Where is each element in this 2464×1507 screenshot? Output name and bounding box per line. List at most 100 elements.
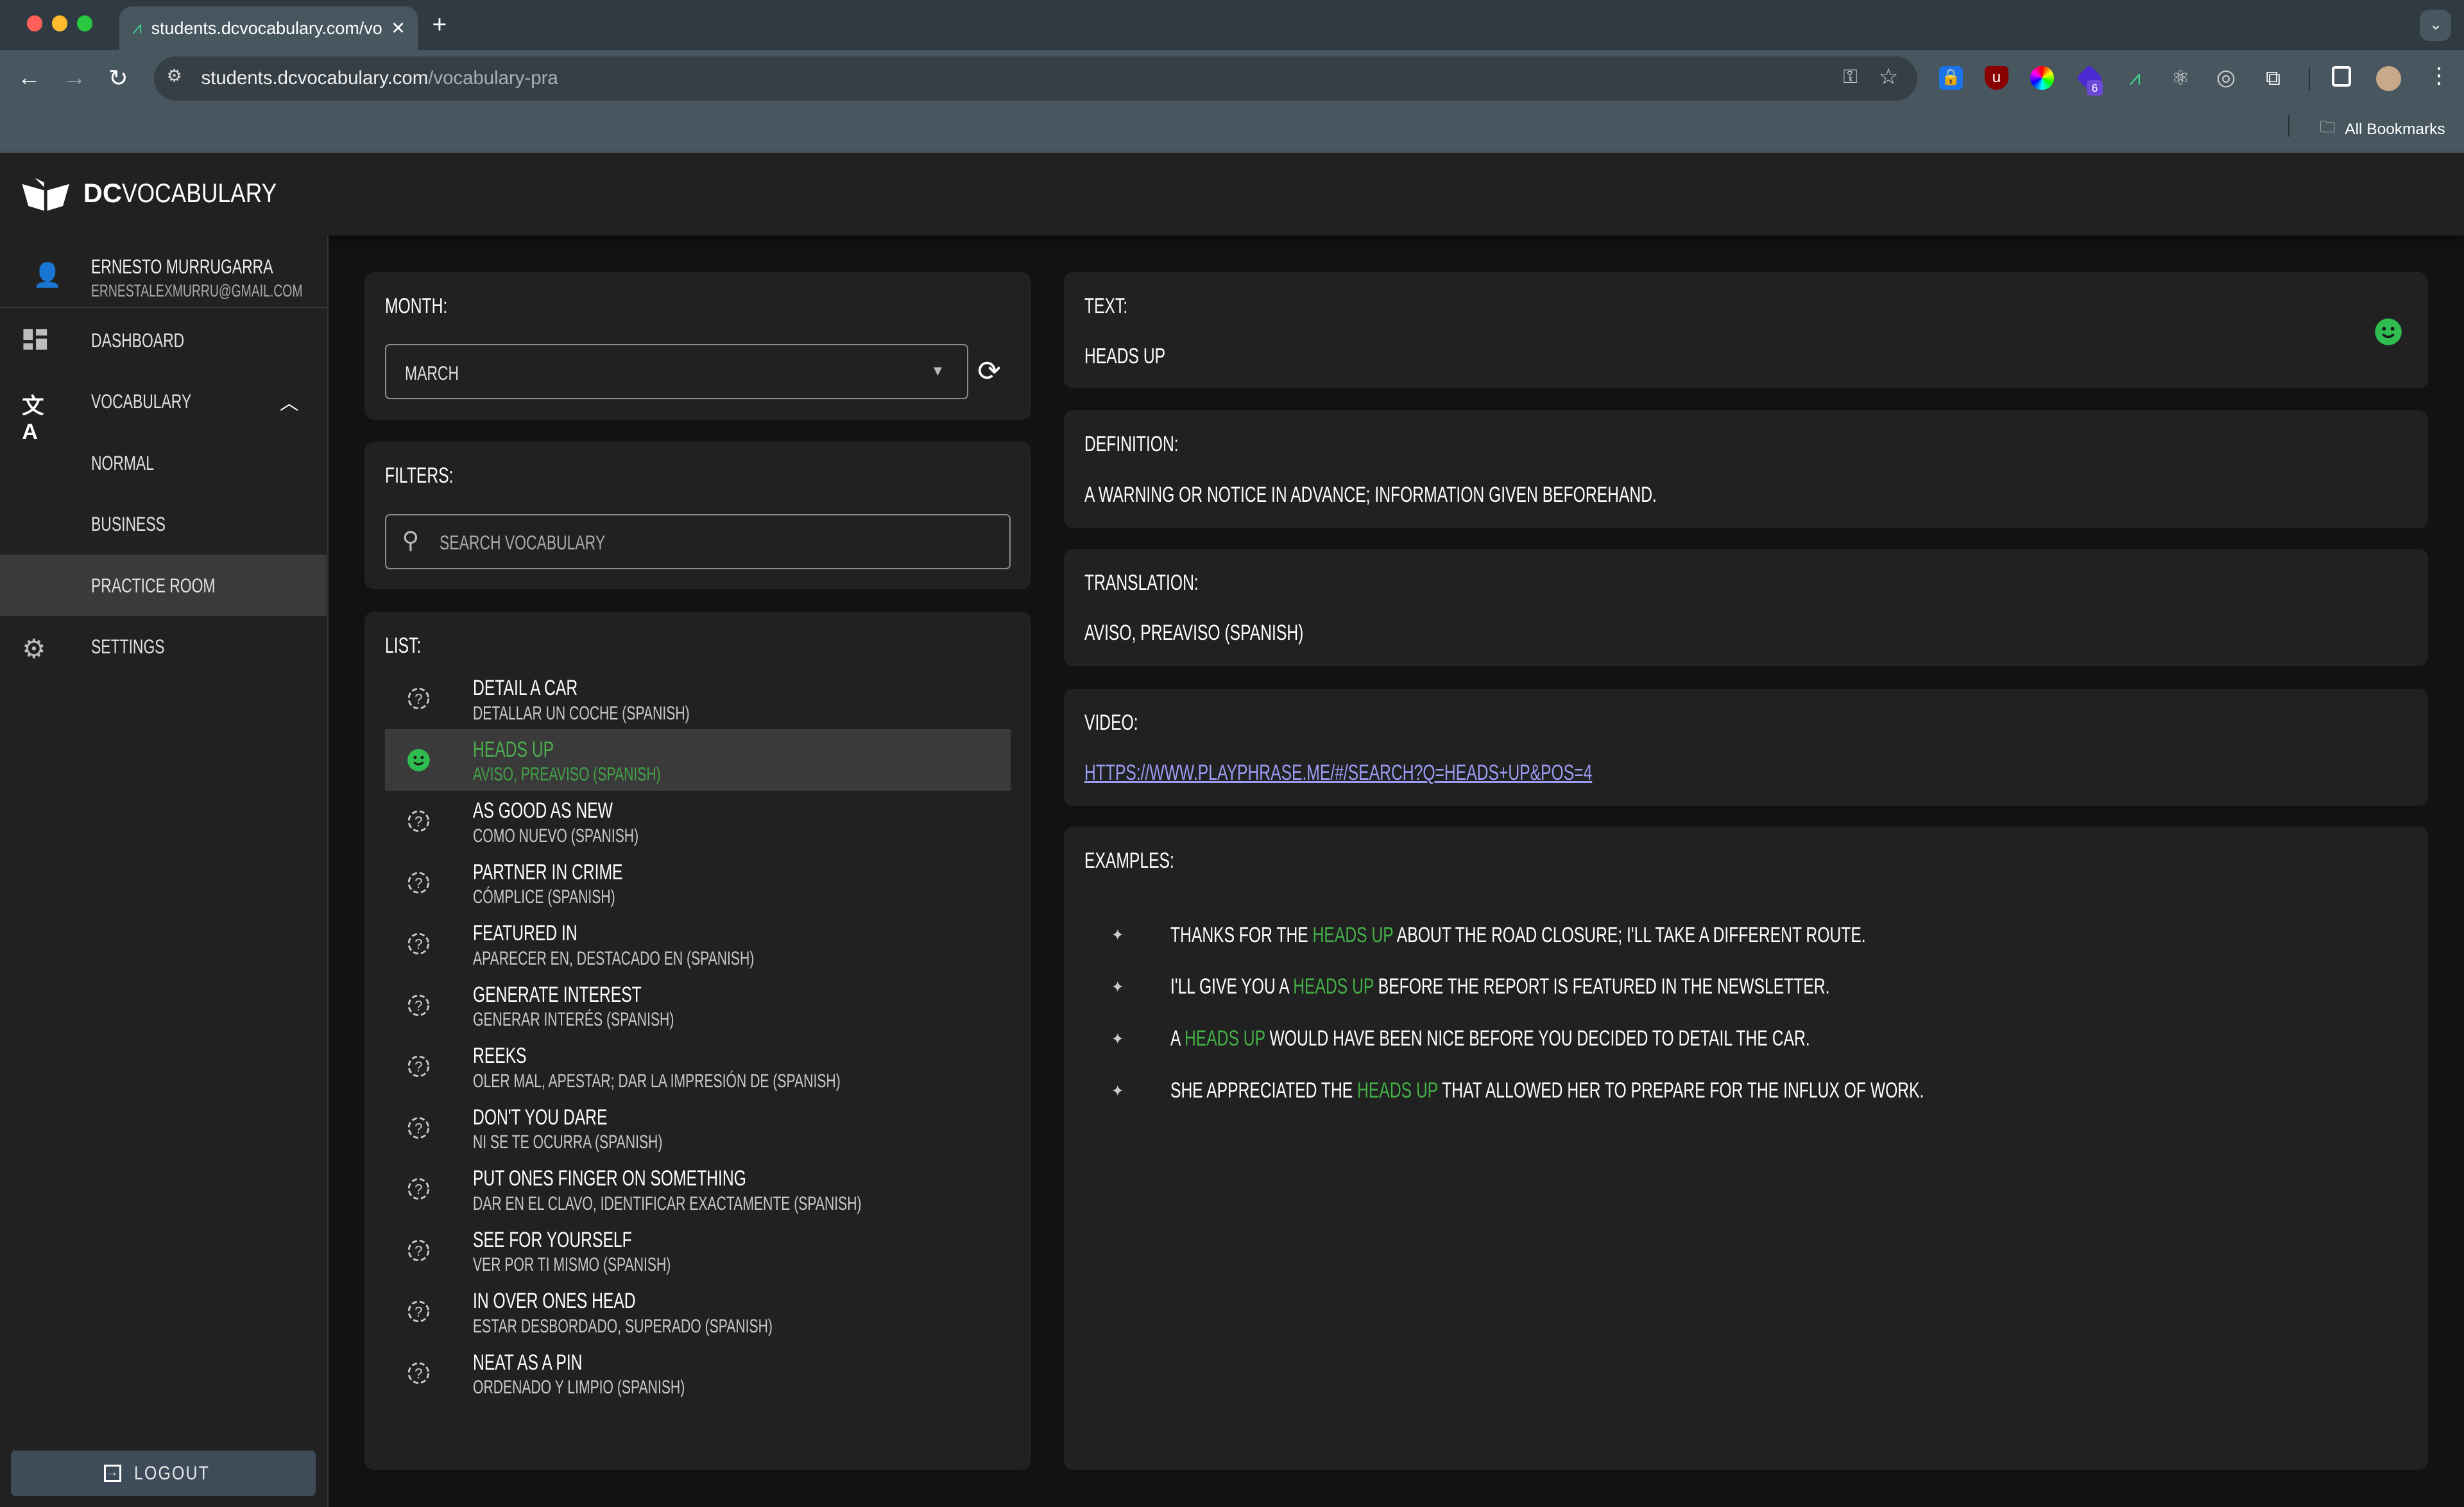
bookmark-star-icon[interactable]: ☆: [1879, 64, 1899, 90]
logout-label: LOGOUT: [133, 1462, 210, 1484]
sidebar-item-vocabulary[interactable]: 文A VOCABULARY ︿: [0, 371, 327, 443]
smiley-learned-icon[interactable]: [2374, 318, 2402, 346]
extensions-puzzle-icon[interactable]: ⧉: [2261, 66, 2285, 90]
list-item-translation: NI SE TE OCURRA (SPANISH): [473, 1132, 663, 1153]
refresh-icon[interactable]: ⟳: [977, 355, 1001, 388]
list-item-translation: AVISO, PREAVISO (SPANISH): [473, 764, 661, 786]
list-item-term: REEKS: [473, 1044, 527, 1069]
list-item-term: FEATURED IN: [473, 921, 578, 946]
list-item[interactable]: ? IN OVER ONES HEAD ESTAR DESBORDADO, SUPE…: [385, 1281, 1011, 1343]
all-bookmarks-button[interactable]: 🗀 All Bookmarks: [2320, 116, 2445, 142]
profile-avatar[interactable]: [2375, 65, 2402, 92]
minimize-window-button[interactable]: [51, 15, 68, 31]
filters-card: FILTERS: ⚲ SEARCH VOCABULARY: [364, 442, 1031, 590]
sidebar-item-practice-room[interactable]: PRACTICE ROOM: [0, 555, 327, 616]
bitwarden-extension-icon[interactable]: 🔒: [1939, 65, 1963, 90]
list-item-translation: GENERAR INTERÉS (SPANISH): [473, 1009, 674, 1031]
reload-button[interactable]: ↻: [108, 64, 128, 92]
sidebar-item-settings[interactable]: ⚙ SETTINGS: [0, 616, 327, 678]
month-value: MARCH: [405, 361, 459, 384]
site-settings-icon[interactable]: ⚙: [167, 66, 182, 86]
list-item[interactable]: ? AS GOOD AS NEW COMO NUEVO (SPANISH): [385, 791, 1011, 852]
example-highlight: HEADS UP: [1185, 1026, 1266, 1051]
tab-search-button[interactable]: ⌄: [2420, 9, 2452, 41]
sidebar-item-dashboard[interactable]: DASHBOARD: [0, 309, 327, 371]
question-dashed-icon: ?: [407, 1362, 430, 1384]
logout-button[interactable]: → LOGOUT: [11, 1451, 316, 1497]
question-dashed-icon: ?: [407, 1239, 430, 1261]
sidebar-item-business[interactable]: BUSINESS: [0, 494, 327, 555]
list-item-term: AS GOOD AS NEW: [473, 798, 613, 823]
close-window-button[interactable]: [26, 15, 43, 31]
address-bar[interactable]: ⚙ students.dcvocabulary.com/vocabulary-p…: [154, 56, 1917, 101]
target-extension-icon[interactable]: ◎: [2214, 65, 2238, 90]
nuxt-devtools-extension-icon[interactable]: ⩘: [2123, 66, 2147, 90]
list-item-translation: DAR EN EL CLAVO, IDENTIFICAR EXACTAMENTE…: [473, 1193, 862, 1214]
month-label: MONTH:: [384, 293, 448, 318]
user-profile: 👤 ERNESTO MURRUGARRA ERNESTALEXMURRU@GMA…: [0, 239, 327, 308]
example-highlight: HEADS UP: [1293, 974, 1374, 999]
list-item[interactable]: ? FEATURED IN APARECER EN, DESTACADO EN (S…: [385, 913, 1011, 975]
logo-text: VOCABULARY: [121, 178, 277, 209]
list-item[interactable]: ? PARTNER IN CRIME CÓMPLICE (SPANISH): [385, 852, 1011, 913]
color-picker-extension-icon[interactable]: [2030, 65, 2054, 90]
svg-text:?: ?: [415, 814, 422, 830]
question-dashed-icon: ?: [407, 687, 430, 710]
question-dashed-icon: ?: [407, 933, 430, 955]
sidebar-item-normal[interactable]: NORMAL: [0, 432, 327, 494]
list-item[interactable]: ? DETAIL A CAR DETALLAR UN COCHE (SPANISH): [385, 668, 1011, 730]
list-item[interactable]: ? PUT ONES FINGER ON SOMETHING DAR EN EL C…: [385, 1158, 1011, 1220]
text-value: HEADS UP: [1084, 344, 1165, 369]
back-button[interactable]: ←: [17, 64, 41, 91]
question-dashed-icon: ?: [407, 1178, 430, 1200]
question-dashed-icon: ?: [407, 1055, 430, 1078]
password-key-icon[interactable]: ⚿: [1843, 66, 1857, 88]
list-item-translation: ORDENADO Y LIMPIO (SPANISH): [473, 1377, 685, 1399]
sidebar-item-label: PRACTICE ROOM: [91, 573, 216, 597]
list-item[interactable]: HEADS UP AVISO, PREAVISO (SPANISH): [384, 729, 1011, 791]
sidebar-item-label: DASHBOARD: [91, 328, 185, 352]
browser-menu-icon[interactable]: ⋮: [2428, 63, 2450, 89]
examples-label: EXAMPLES:: [1084, 848, 1174, 874]
browser-tab[interactable]: ⩘ students.dcvocabulary.com/vocabulary-p…: [119, 6, 418, 51]
translation-label: TRANSLATION:: [1084, 570, 1199, 595]
close-tab-icon[interactable]: ✕: [391, 19, 418, 39]
react-devtools-extension-icon[interactable]: ⚛: [2169, 66, 2193, 90]
student-icon: 👤: [33, 261, 63, 288]
list-item-term: DETAIL A CAR: [473, 676, 578, 701]
svg-text:?: ?: [415, 1120, 422, 1136]
sparkle-bullet-icon: ✦: [1111, 1082, 1124, 1100]
user-name: ERNESTO MURRUGARRA: [91, 254, 273, 278]
video-label: VIDEO:: [1084, 710, 1138, 735]
example-text: ABOUT THE ROAD CLOSURE; I'LL TAKE A DIFF…: [1393, 922, 1867, 947]
app-logo[interactable]: DCVOCABULARY: [21, 175, 304, 212]
list-item-translation: VER POR TI MISMO (SPANISH): [473, 1254, 671, 1276]
dropdown-arrow-icon: ▼: [930, 363, 945, 379]
list-item-translation: DETALLAR UN COCHE (SPANISH): [473, 702, 690, 724]
list-item[interactable]: ? GENERATE INTEREST GENERAR INTERÉS (SPANI…: [385, 974, 1011, 1036]
list-item[interactable]: ? NEAT AS A PIN ORDENADO Y LIMPIO (SPANISH…: [385, 1342, 1011, 1404]
example-text: THANKS FOR THE: [1170, 922, 1313, 947]
list-item[interactable]: ? SEE FOR YOURSELF VER POR TI MISMO (SPANI…: [385, 1219, 1011, 1281]
url-path: /vocabulary-pra: [428, 67, 558, 89]
sidebar-item-label: BUSINESS: [91, 512, 166, 536]
search-vocabulary-input[interactable]: ⚲ SEARCH VOCABULARY: [384, 513, 1011, 569]
ublock-extension-icon[interactable]: u: [1985, 65, 2008, 90]
app-header: [0, 152, 2464, 236]
list-item[interactable]: ? DON'T YOU DARE NI SE TE OCURRA (SPANISH): [385, 1097, 1011, 1158]
month-select[interactable]: MARCH ▼: [384, 344, 968, 400]
bookmarks-divider: [2288, 114, 2290, 137]
new-tab-button[interactable]: +: [432, 11, 447, 39]
open-book-icon: [22, 177, 69, 211]
definition-card: DEFINITION: A WARNING OR NOTICE IN ADVAN…: [1063, 410, 2428, 528]
list-item-translation: OLER MAL, APESTAR; DAR LA IMPRESIÓN DE (…: [473, 1070, 841, 1092]
chevron-up-icon[interactable]: ︿: [280, 388, 298, 415]
list-item[interactable]: ? REEKS OLER MAL, APESTAR; DAR LA IMPRESIÓ…: [385, 1036, 1011, 1098]
dashboard-icon: [23, 329, 47, 350]
sparkle-bullet-icon: ✦: [1111, 927, 1124, 945]
side-panel-icon[interactable]: [2332, 65, 2351, 87]
forward-button[interactable]: →: [63, 64, 87, 91]
video-link[interactable]: HTTPS://WWW.PLAYPHRASE.ME/#/SEARCH?Q=HEA…: [1084, 761, 1592, 786]
list-item-translation: CÓMPLICE (SPANISH): [473, 886, 615, 908]
example-text: WOULD HAVE BEEN NICE BEFORE YOU DECIDED …: [1265, 1026, 1811, 1051]
